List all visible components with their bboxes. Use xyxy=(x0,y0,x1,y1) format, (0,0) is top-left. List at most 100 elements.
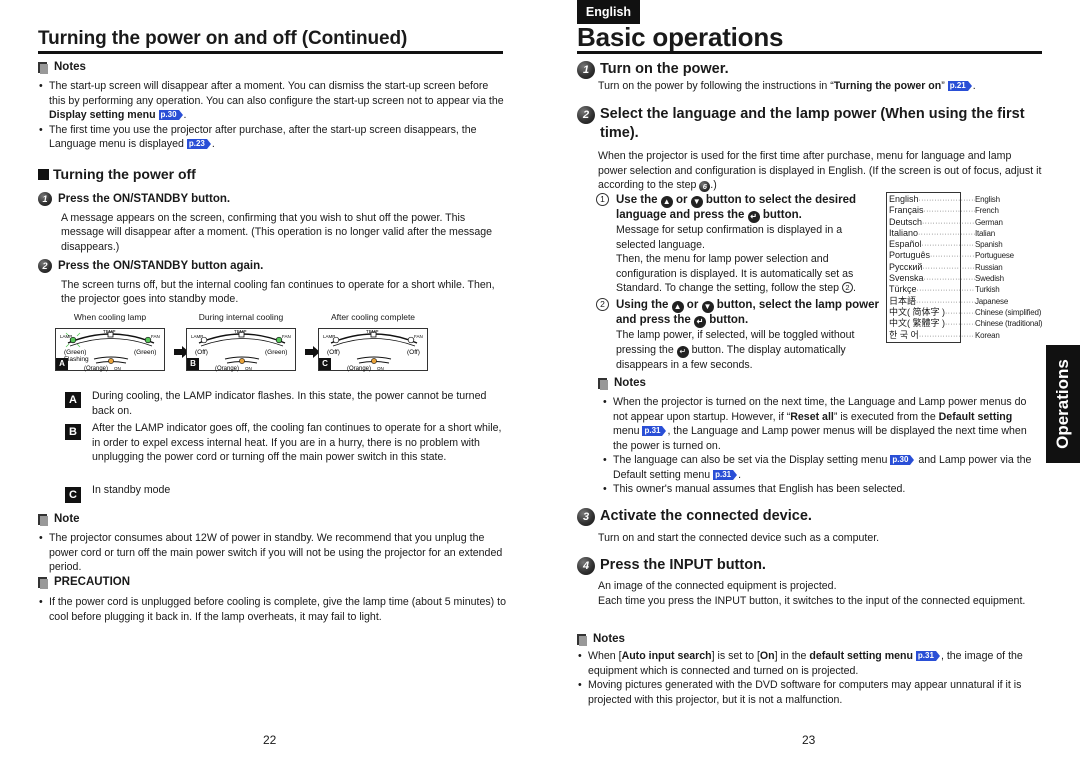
language-native-label: 한 국 어 xyxy=(889,329,919,340)
on-label: ON xyxy=(377,366,384,371)
indicator-diagram: TEMP LAMP FAN (Off) (Green) (Orange) ON B xyxy=(186,328,296,372)
substep-title: Using the ▲ or ▼ button, select the lamp… xyxy=(616,298,881,328)
title-part: button. xyxy=(709,314,749,326)
fan-label: FAN xyxy=(151,334,160,339)
language-english-label: Turkish xyxy=(975,285,1000,295)
step-title: Press the ON/STANDBY button. xyxy=(58,193,231,205)
temp-label: TEMP xyxy=(366,329,379,334)
note-item: When [Auto input search] is set to [On] … xyxy=(577,649,1042,678)
notes-heading: Notes xyxy=(38,60,506,75)
step-heading: 2 Select the language and the lamp power… xyxy=(577,105,1042,143)
note-item: Moving pictures generated with the DVD s… xyxy=(577,678,1042,707)
title-part: Use the xyxy=(616,194,658,206)
language-row: Français··························French xyxy=(889,205,1042,216)
leader-dots: ·························· xyxy=(923,208,975,216)
language-english-label: Chinese (simplified) xyxy=(975,307,1042,317)
on-state-label: (Orange) xyxy=(215,366,239,372)
step-heading: 4 Press the INPUT button. xyxy=(577,556,1042,575)
note-list: The projector consumes about 12W of powe… xyxy=(38,531,508,575)
language-native: 日本語·························· xyxy=(889,296,975,307)
text-bold: On xyxy=(759,650,775,662)
on-label: ON xyxy=(245,366,252,371)
fan-led-icon xyxy=(144,336,152,344)
lamp-state-label: (Green) xyxy=(64,349,86,356)
note-end: . xyxy=(211,138,215,150)
page-ref-link[interactable]: p.23 xyxy=(186,139,211,149)
title-part: or xyxy=(686,299,699,311)
page-ref-link[interactable]: p.31 xyxy=(915,651,940,661)
text-part: . xyxy=(852,282,856,294)
notes-section-right-bottom: Notes When [Auto input search] is set to… xyxy=(577,632,1042,707)
arrow-right-icon xyxy=(305,346,320,358)
indicator-panel-graphic: TEMP LAMP FAN (Off) (Green) (Orange) ON xyxy=(191,329,291,372)
note-item: The language can also be set via the Dis… xyxy=(602,453,1038,482)
leader-dots: ·························· xyxy=(922,264,975,272)
on-led-icon xyxy=(371,358,377,364)
on-label: ON xyxy=(114,366,121,371)
note-item: The start-up screen will disappear after… xyxy=(38,79,506,123)
note-item: The first time you use the projector aft… xyxy=(38,123,506,152)
page-ref-link[interactable]: p.31 xyxy=(642,426,667,436)
basic-step-2: 2 Select the language and the lamp power… xyxy=(577,105,1042,193)
state-text: After the LAMP indicator goes off, the c… xyxy=(92,422,502,463)
notes-section-left-top: Notes The start-up screen will disappear… xyxy=(38,60,506,152)
language-table: English··························English… xyxy=(889,194,1043,341)
language-english-label: Spanish xyxy=(975,240,1003,250)
state-badge: C xyxy=(65,487,81,503)
language-english-label: Swedish xyxy=(975,274,1004,284)
note-bold: Display setting menu xyxy=(49,109,156,121)
lamp-label: LAMP xyxy=(323,334,335,339)
language-row: Italiano··························Italia… xyxy=(889,228,1042,239)
page-ref-link[interactable]: p.30 xyxy=(890,455,915,465)
diagram-letter-badge: A xyxy=(56,358,68,370)
note-heading: Note xyxy=(38,512,508,527)
diagram-caption: When cooling lamp xyxy=(73,312,147,322)
step-number-icon: 4 xyxy=(577,557,595,575)
text-part: menu xyxy=(613,425,640,437)
page-ref-link[interactable]: p.31 xyxy=(713,469,738,480)
language-native: 한 국 어·························· xyxy=(889,330,975,341)
note-icon xyxy=(38,61,48,74)
step-text: An image of the connected equipment is p… xyxy=(598,579,1028,608)
notes-list: The start-up screen will disappear after… xyxy=(38,79,506,152)
enter-button-icon: ↵ xyxy=(693,316,706,328)
on-state-label: (Orange) xyxy=(347,366,371,372)
indicator-arc-inner xyxy=(200,338,284,347)
notes-heading: Notes xyxy=(598,376,1038,391)
page-ref-link[interactable]: p.30 xyxy=(158,110,183,120)
text-bold: Auto input search xyxy=(621,650,712,662)
step-title: Press the INPUT button. xyxy=(600,557,766,573)
language-native-label: 中文( 简体字 ) xyxy=(889,306,945,317)
step-title: Select the language and the lamp power (… xyxy=(600,106,1025,141)
on-led-icon xyxy=(108,358,114,364)
text-bold: default setting menu xyxy=(809,650,913,662)
fan-led-icon xyxy=(275,336,283,344)
language-native-label: 日本語 xyxy=(889,295,917,306)
substep-text: The lamp power, if selected, will be tog… xyxy=(616,328,881,372)
step-ref-icon: 6 xyxy=(699,181,711,192)
note-icon xyxy=(38,576,48,589)
diagram-letter-badge: C xyxy=(319,358,331,370)
language-row: Português··························Portu… xyxy=(889,250,1042,261)
step-heading: 3 Activate the connected device. xyxy=(577,507,1042,526)
title-part: Using the xyxy=(616,299,669,311)
text-bold: Reset all xyxy=(790,410,834,423)
diagram-caption: After cooling complete xyxy=(330,312,416,322)
precaution-section: PRECAUTION If the power cord is unplugge… xyxy=(38,575,508,624)
title-part: or xyxy=(675,194,688,206)
language-native-label: English xyxy=(889,194,919,204)
text-part: , the Language and Lamp power menus will… xyxy=(613,425,1027,452)
leader-dots: ·························· xyxy=(916,287,975,295)
language-row: Svenska··························Swedish xyxy=(889,273,1042,284)
on-led-icon xyxy=(239,358,245,364)
text-part: Then, the menu for lamp power selection … xyxy=(616,253,854,294)
fan-label: FAN xyxy=(282,334,291,339)
indicator-panel-graphic: TEMP LAMP FAN (Off) (Off) (Orange) ON xyxy=(323,329,423,372)
language-native-label: Русский xyxy=(889,261,923,272)
circled-number: 2 xyxy=(841,282,853,293)
note-text: The start-up screen will disappear after… xyxy=(49,80,504,107)
diagram-caption: During internal cooling xyxy=(198,312,284,322)
fan-label: FAN xyxy=(414,334,423,339)
page-ref-link[interactable]: p.21 xyxy=(947,81,972,91)
up-button-icon: ▲ xyxy=(660,196,673,208)
